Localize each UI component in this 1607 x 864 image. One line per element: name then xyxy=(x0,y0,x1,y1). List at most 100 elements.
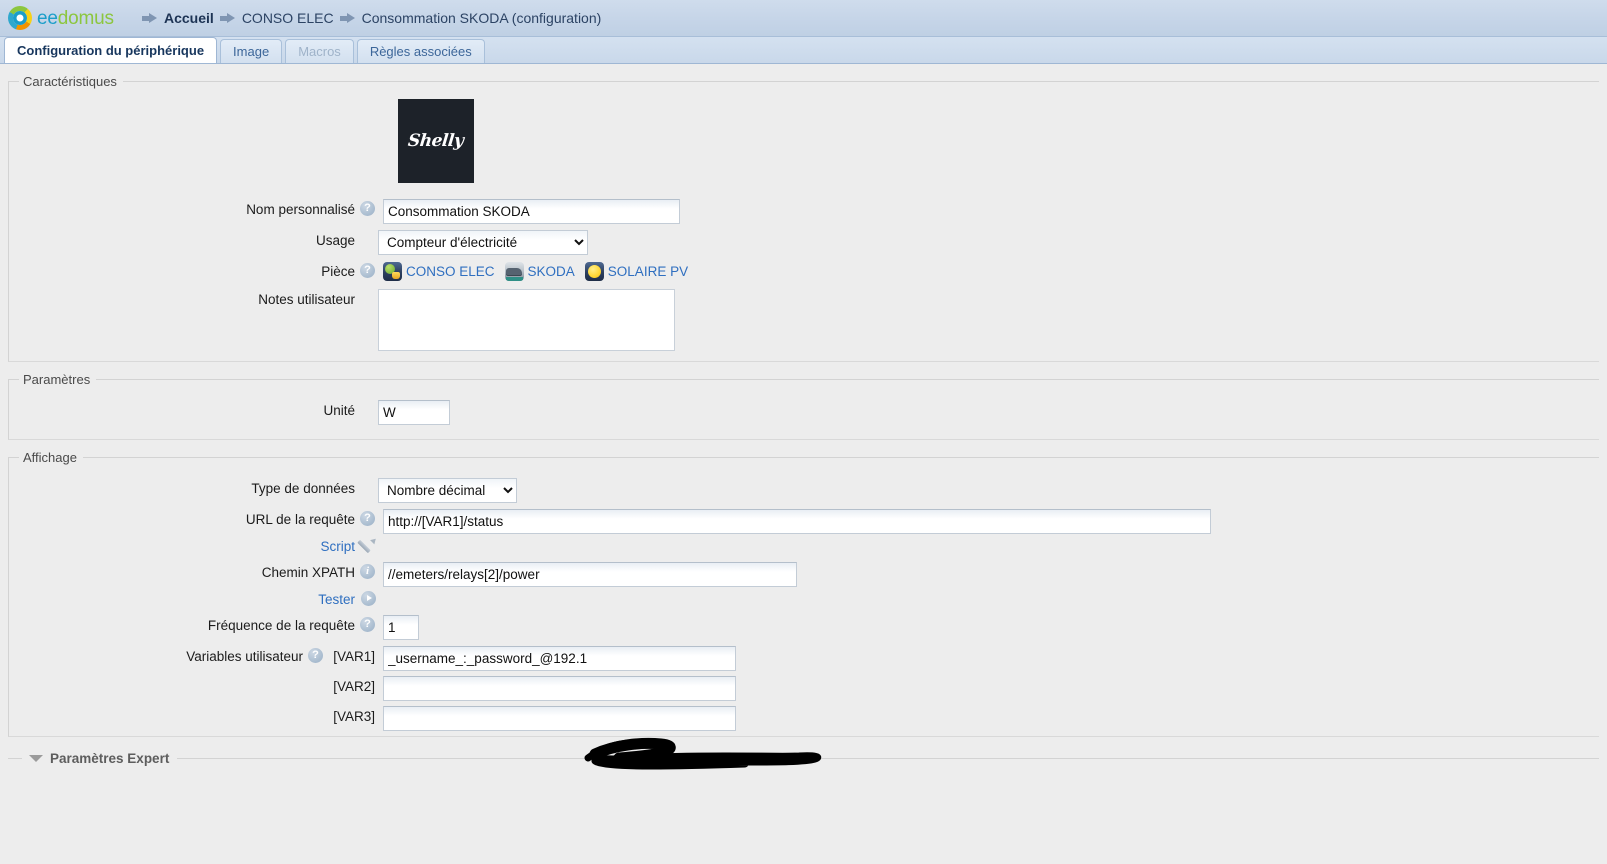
room-list: CONSO ELEC SKODA SOLAIRE PV xyxy=(383,261,694,281)
arrow-right-icon xyxy=(219,12,236,24)
variables-spacer-3 xyxy=(9,706,303,709)
arrow-right-icon xyxy=(339,12,356,24)
field-unite xyxy=(370,400,450,425)
var2-tag: [VAR2] xyxy=(333,679,375,694)
arrow-right-icon xyxy=(142,12,158,24)
row-notes-utilisateur: Notes utilisateur xyxy=(9,289,1599,351)
field-type-donnees: Nombre décimal xyxy=(370,478,517,503)
field-notes-utilisateur xyxy=(370,289,675,351)
var3-tag: [VAR3] xyxy=(333,709,375,724)
label-url-requete: URL de la requête xyxy=(245,512,355,527)
plug-icon xyxy=(383,262,402,281)
tester-link[interactable]: Tester xyxy=(318,592,355,607)
room-link-conso-elec[interactable]: CONSO ELEC xyxy=(383,262,495,281)
sun-icon xyxy=(584,262,604,281)
row-url-requete: URL de la requête ? xyxy=(9,509,1599,534)
help-icon[interactable]: ? xyxy=(360,617,375,632)
type-donnees-select[interactable]: Nombre décimal xyxy=(378,478,517,503)
help-icon[interactable]: ? xyxy=(360,511,375,526)
row-piece: Pièce ? CONSO ELEC SKODA SOLAIRE PV xyxy=(9,261,1599,281)
expert-parameters-label: Paramètres Expert xyxy=(50,751,170,766)
brand-logo[interactable]: eedomus xyxy=(0,6,128,30)
play-icon[interactable] xyxy=(361,591,376,606)
tab-macros: Macros xyxy=(285,39,354,63)
row-chemin-xpath: Chemin XPATH i xyxy=(9,562,1599,587)
label-script-wrap: Script xyxy=(9,536,355,554)
label-notes-utilisateur: Notes utilisateur xyxy=(258,292,355,307)
row-type-donnees: Type de données Nombre décimal xyxy=(9,478,1599,503)
field-var3 xyxy=(375,706,736,731)
row-frequence-requete: Fréquence de la requête ? xyxy=(9,615,1599,640)
breadcrumb-item-conso-elec[interactable]: CONSO ELEC xyxy=(242,10,334,26)
expert-rule xyxy=(177,758,1599,759)
field-usage: Compteur d'électricité xyxy=(370,230,588,255)
label-usage: Usage xyxy=(315,233,355,248)
room-label: SKODA xyxy=(527,264,575,279)
var3-input[interactable] xyxy=(383,706,736,731)
row-variables-var1: Variables utilisateur ? [VAR1] xyxy=(9,646,1599,671)
expert-dash xyxy=(8,758,22,759)
label-variables-utilisateur: Variables utilisateur xyxy=(186,649,303,664)
pencil-icon[interactable] xyxy=(361,538,376,553)
chemin-xpath-input[interactable] xyxy=(383,562,797,587)
triangle-down-icon xyxy=(29,755,43,762)
tab-configuration-peripherique[interactable]: Configuration du périphérique xyxy=(4,37,218,63)
row-tester: Tester xyxy=(9,589,1599,607)
section-affichage: Affichage Type de données Nombre décimal… xyxy=(8,450,1599,737)
page-content: Caractéristiques Shelly Nom personnalisé… xyxy=(0,74,1607,770)
app-header: eedomus Accueil CONSO ELEC Consommation … xyxy=(0,0,1607,37)
label-frequence-requete: Fréquence de la requête xyxy=(207,618,355,633)
row-variables-var3: [VAR3] xyxy=(9,706,1599,731)
var1-input[interactable] xyxy=(383,646,736,671)
frequence-requete-input[interactable] xyxy=(383,615,419,640)
field-nom-personnalise xyxy=(375,199,680,224)
brand-wordmark-prefix: ee xyxy=(37,7,58,29)
room-link-skoda[interactable]: SKODA xyxy=(504,262,575,281)
row-unite: Unité xyxy=(9,400,1599,425)
label-nom-personnalise: Nom personnalisé xyxy=(246,202,355,217)
notes-utilisateur-textarea[interactable] xyxy=(378,289,675,351)
nom-personnalise-input[interactable] xyxy=(383,199,680,224)
brand-wordmark-suffix: domus xyxy=(57,7,114,29)
breadcrumb-item-current: Consommation SKODA (configuration) xyxy=(361,10,602,26)
tab-regles-associees[interactable]: Règles associées xyxy=(356,39,485,63)
label-unite: Unité xyxy=(323,403,355,418)
tab-bar: Configuration du périphérique Image Macr… xyxy=(0,37,1607,64)
unite-input[interactable] xyxy=(378,400,450,425)
room-label: SOLAIRE PV xyxy=(607,264,689,279)
breadcrumb: Accueil CONSO ELEC Consommation SKODA (c… xyxy=(142,10,601,26)
section-caracteristiques: Caractéristiques Shelly Nom personnalisé… xyxy=(8,74,1599,362)
breadcrumb-item-accueil[interactable]: Accueil xyxy=(164,10,214,26)
row-usage: Usage Compteur d'électricité xyxy=(9,230,1599,255)
variables-spacer-2 xyxy=(9,676,303,679)
label-piece: Pièce xyxy=(321,264,355,279)
script-link[interactable]: Script xyxy=(320,539,355,554)
info-icon[interactable]: i xyxy=(360,564,375,579)
eedomus-ring-icon xyxy=(8,6,32,30)
car-icon xyxy=(504,262,524,281)
help-icon[interactable]: ? xyxy=(360,201,375,216)
section-affichage-legend: Affichage xyxy=(23,450,77,465)
brand-wordmark: eedomus xyxy=(37,9,114,28)
help-icon[interactable]: ? xyxy=(360,263,375,278)
device-image-wrapper: Shelly xyxy=(9,89,1599,183)
device-image-label: Shelly xyxy=(407,131,465,151)
field-var2 xyxy=(375,676,736,701)
section-parametres: Paramètres Unité xyxy=(8,372,1599,440)
usage-select[interactable]: Compteur d'électricité xyxy=(378,230,588,255)
row-script: Script xyxy=(9,536,1599,554)
row-nom-personnalise: Nom personnalisé ? xyxy=(9,199,1599,224)
tab-image[interactable]: Image xyxy=(220,39,283,63)
room-link-solaire-pv[interactable]: SOLAIRE PV xyxy=(584,262,689,281)
field-frequence-requete xyxy=(375,615,419,640)
section-parametres-legend: Paramètres xyxy=(23,372,91,387)
section-caracteristiques-legend: Caractéristiques xyxy=(23,74,117,89)
room-label: CONSO ELEC xyxy=(406,264,495,279)
url-requete-input[interactable] xyxy=(383,509,1211,534)
expert-parameters-toggle[interactable]: Paramètres Expert xyxy=(8,751,1599,766)
var2-input[interactable] xyxy=(383,676,736,701)
label-tester-wrap: Tester xyxy=(9,589,355,607)
field-var1 xyxy=(375,646,736,671)
field-chemin-xpath xyxy=(375,562,797,587)
help-icon[interactable]: ? xyxy=(308,648,323,663)
